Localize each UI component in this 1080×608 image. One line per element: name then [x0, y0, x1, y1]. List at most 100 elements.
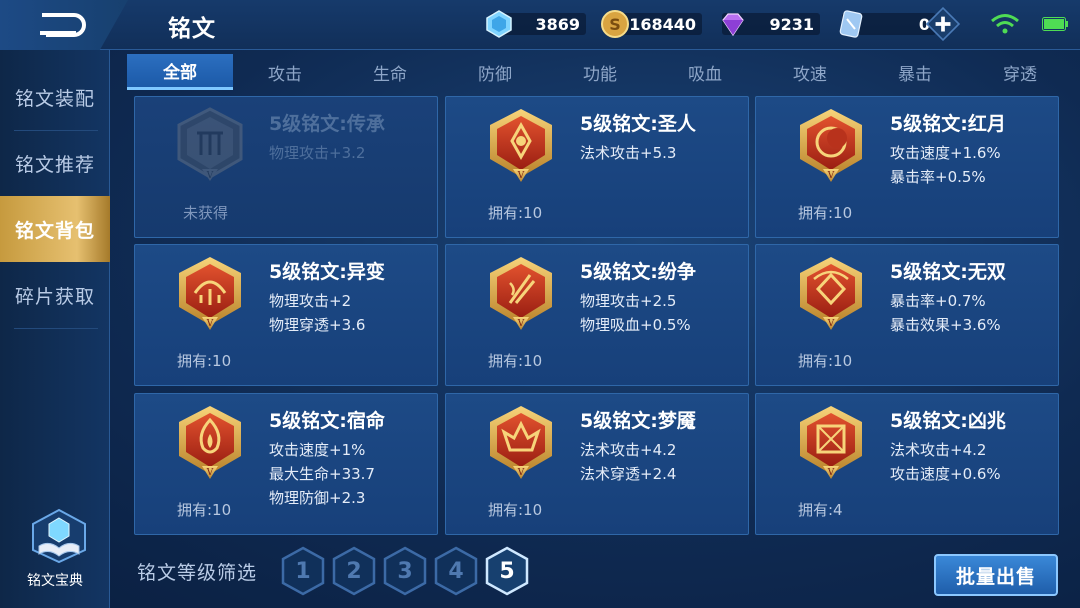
rune-attrs: 法术攻击+4.2 法术穿透+2.4 [580, 438, 676, 486]
rune-mutation-icon: V [179, 257, 241, 330]
rune-owned-count: 拥有:10 [488, 204, 543, 222]
top-bar: 铭文 3869 168440 S 9231 0 [0, 0, 1080, 50]
codex-label: 铭文宝典 [27, 573, 83, 589]
tab-lifesteal[interactable]: 吸血 [652, 54, 758, 90]
rune-name: 5级铭文:无双 [890, 261, 1006, 283]
batch-sell-button[interactable]: 批量出售 [934, 554, 1058, 596]
tab-all[interactable]: 全部 [127, 54, 233, 90]
rune-attr: 物理防御+2.3 [269, 489, 366, 507]
rune-attrs: 攻击速度+1% 最大生命+33.7 物理防御+2.3 [269, 438, 375, 510]
rune-peerless-icon: V [800, 257, 862, 330]
svg-text:V: V [206, 319, 214, 329]
level-number: 3 [397, 558, 413, 584]
voucher-icon [839, 10, 863, 38]
rune-attr: 暴击效果+3.6% [890, 316, 1001, 334]
svg-text:V: V [517, 171, 525, 181]
rune-attr: 法术攻击+5.3 [580, 144, 677, 162]
level-filter-4[interactable]: 4 [433, 546, 479, 596]
svg-text:V: V [827, 171, 835, 181]
back-button[interactable] [0, 0, 128, 50]
level-filter-1[interactable]: 1 [280, 546, 326, 596]
rune-card-nightmare[interactable]: V 5级铭文:梦魇 法术攻击+4.2 法术穿透+2.4 拥有:10 [445, 393, 749, 535]
rune-attr: 攻击速度+1.6% [890, 144, 1001, 162]
rune-owned-count: 拥有:10 [488, 501, 543, 519]
rune-attr: 攻击速度+0.6% [890, 465, 1001, 483]
svg-text:V: V [827, 319, 835, 329]
diamond-counter: 9231 [718, 11, 820, 37]
rune-card-destiny[interactable]: V 5级铭文:宿命 攻击速度+1% 最大生命+33.7 物理防御+2.3 拥有:… [134, 393, 438, 535]
svg-text:S: S [609, 15, 621, 34]
level-filter-2[interactable]: 2 [331, 546, 377, 596]
sidebar-item-fragment-acquire[interactable]: 碎片获取 [0, 262, 110, 328]
rune-attr: 物理攻击+2.5 [580, 292, 677, 310]
rune-name: 5级铭文:圣人 [580, 113, 696, 135]
sidebar-item-rune-bag[interactable]: 铭文背包 [0, 196, 110, 262]
rune-name: 5级铭文:纷争 [580, 261, 696, 283]
rune-attr: 最大生命+33.7 [269, 465, 375, 483]
add-voucher-button[interactable] [926, 7, 960, 41]
level-filter-label: 铭文等级筛选 [137, 562, 258, 584]
level-filter-5[interactable]: 5 [484, 546, 530, 596]
rune-card-inheritance[interactable]: V 5级铭文:传承 物理攻击+3.2 未获得 [134, 96, 438, 238]
rune-attr: 物理吸血+0.5% [580, 316, 691, 334]
rune-attr: 物理攻击+2 [269, 292, 352, 310]
rune-red-moon-icon: V [800, 109, 862, 182]
voucher-counter: 0 [838, 7, 960, 41]
rune-sage-icon: V [490, 109, 552, 182]
rune-name: 5级铭文:凶兆 [890, 410, 1006, 432]
rune-codex-button[interactable]: 铭文宝典 [18, 508, 92, 598]
rune-attrs: 暴击率+0.7% 暴击效果+3.6% [890, 289, 1001, 337]
codex-book-icon [31, 508, 86, 564]
tab-attack[interactable]: 攻击 [232, 54, 338, 90]
rune-card-sage[interactable]: V 5级铭文:圣人 法术攻击+5.3 拥有:10 [445, 96, 749, 238]
svg-text:V: V [517, 319, 525, 329]
rune-attr: 攻击速度+1% [269, 441, 366, 459]
category-tabs: 全部 攻击 生命 防御 功能 吸血 攻速 暴击 穿透 [127, 54, 1067, 92]
rune-card-strife[interactable]: V 5级铭文:纷争 物理攻击+2.5 物理吸血+0.5% 拥有:10 [445, 244, 749, 386]
rune-owned-count: 拥有:4 [798, 501, 843, 519]
level-number: 4 [448, 558, 464, 584]
tab-health[interactable]: 生命 [337, 54, 443, 90]
rune-owned-count: 拥有:10 [798, 204, 853, 222]
wifi-icon [991, 14, 1019, 34]
rune-attrs: 物理攻击+2.5 物理吸血+0.5% [580, 289, 691, 337]
tab-utility[interactable]: 功能 [547, 54, 653, 90]
rune-attrs: 法术攻击+5.3 [580, 141, 676, 165]
tab-penetration[interactable]: 穿透 [967, 54, 1073, 90]
rune-destiny-icon: V [179, 406, 241, 479]
rune-attr: 法术穿透+2.4 [580, 465, 677, 483]
rune-attr: 法术攻击+4.2 [890, 441, 987, 459]
rune-name: 5级铭文:梦魇 [580, 410, 696, 432]
rune-card-red-moon[interactable]: V 5级铭文:红月 攻击速度+1.6% 暴击率+0.5% 拥有:10 [755, 96, 1059, 238]
svg-text:V: V [517, 468, 525, 478]
level-filter-3[interactable]: 3 [382, 546, 428, 596]
page-title: 铭文 [168, 16, 216, 42]
rune-owned-count: 拥有:10 [177, 352, 232, 370]
crystal-icon [486, 10, 512, 38]
rune-owned-count: 未获得 [183, 204, 229, 222]
rune-attr: 物理穿透+3.6 [269, 316, 366, 334]
sidebar: 铭文装配 铭文推荐 铭文背包 碎片获取 铭文宝典 [0, 50, 110, 608]
sidebar-divider [14, 328, 98, 329]
back-arrow-icon [40, 13, 86, 37]
tab-critical[interactable]: 暴击 [862, 54, 968, 90]
rune-attr: 暴击率+0.7% [890, 292, 986, 310]
rune-card-ill-omen[interactable]: V 5级铭文:凶兆 法术攻击+4.2 攻击速度+0.6% 拥有:4 [755, 393, 1059, 535]
rune-card-peerless[interactable]: V 5级铭文:无双 暴击率+0.7% 暴击效果+3.6% 拥有:10 [755, 244, 1059, 386]
tab-attack-speed[interactable]: 攻速 [757, 54, 863, 90]
rune-attrs: 攻击速度+1.6% 暴击率+0.5% [890, 141, 1001, 189]
rune-name: 5级铭文:传承 [269, 113, 385, 135]
tab-defense[interactable]: 防御 [442, 54, 548, 90]
rune-attr: 暴击率+0.5% [890, 168, 986, 186]
crystal-counter: 3869 [486, 10, 586, 38]
rune-name: 5级铭文:宿命 [269, 410, 385, 432]
rune-ill-omen-icon: V [800, 406, 862, 479]
rune-owned-count: 拥有:10 [488, 352, 543, 370]
level-number: 2 [346, 558, 362, 584]
rune-card-mutation[interactable]: V 5级铭文:异变 物理攻击+2 物理穿透+3.6 拥有:10 [134, 244, 438, 386]
gold-coin-icon: S [601, 10, 629, 38]
diamond-icon [722, 13, 744, 37]
sidebar-item-rune-recommend[interactable]: 铭文推荐 [0, 130, 110, 196]
rune-nightmare-icon: V [490, 406, 552, 479]
sidebar-item-rune-equip[interactable]: 铭文装配 [0, 64, 110, 130]
